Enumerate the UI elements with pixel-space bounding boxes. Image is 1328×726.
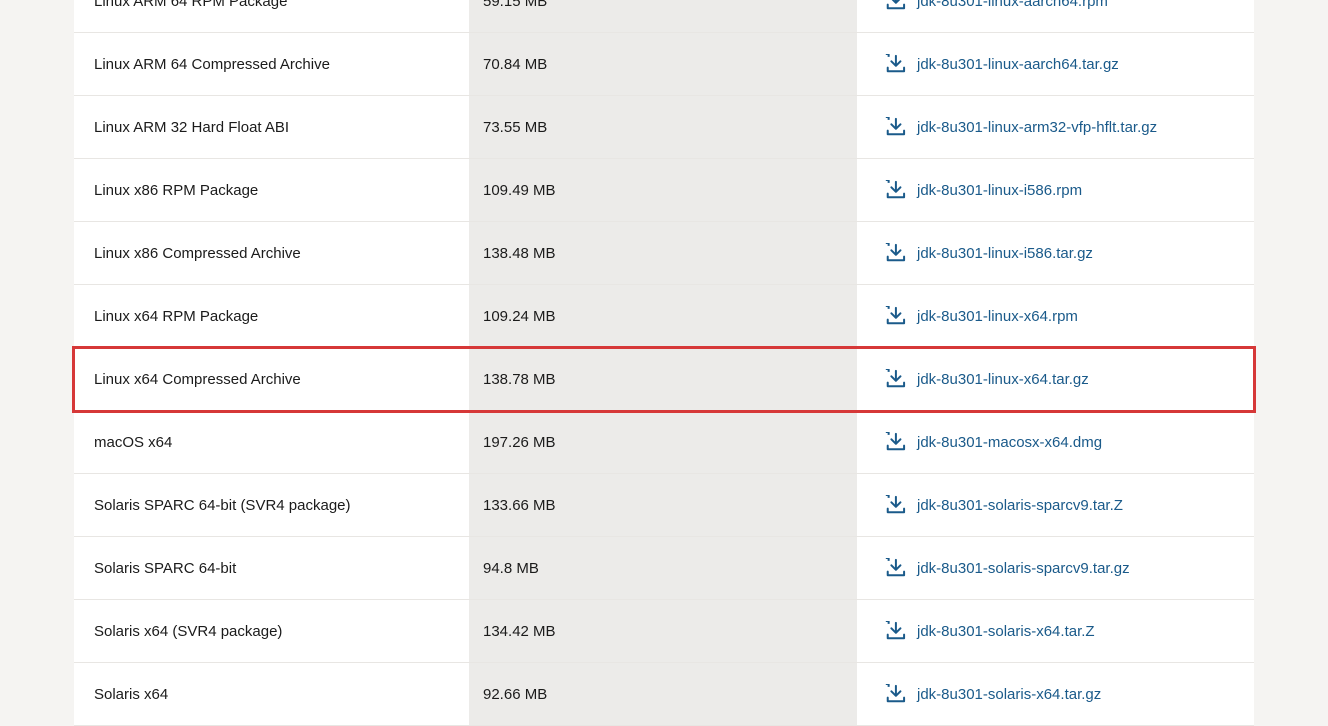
download-link[interactable]: jdk-8u301-linux-x64.rpm [917, 308, 1078, 325]
download-name: macOS x64 [74, 434, 469, 451]
table-row: Solaris SPARC 64-bit (SVR4 package) 133.… [74, 474, 1254, 537]
download-icon [885, 558, 907, 578]
download-size: 138.78 MB [469, 348, 857, 410]
download-icon [885, 432, 907, 452]
download-size: 94.8 MB [469, 537, 857, 599]
download-cell: jdk-8u301-linux-aarch64.rpm [857, 0, 1254, 11]
download-icon [885, 0, 907, 11]
download-name: Linux ARM 64 Compressed Archive [74, 56, 469, 73]
download-size: 109.24 MB [469, 285, 857, 347]
download-cell: jdk-8u301-macosx-x64.dmg [857, 432, 1254, 452]
download-name: Linux ARM 64 RPM Package [74, 0, 469, 10]
download-name: Linux x86 Compressed Archive [74, 245, 469, 262]
download-link[interactable]: jdk-8u301-linux-i586.rpm [917, 182, 1082, 199]
download-size: 133.66 MB [469, 474, 857, 536]
download-icon [885, 684, 907, 704]
download-cell: jdk-8u301-solaris-sparcv9.tar.Z [857, 495, 1254, 515]
download-size: 59.15 MB [469, 0, 857, 32]
table-row: Linux ARM 32 Hard Float ABI 73.55 MB jdk… [74, 96, 1254, 159]
table-row: Linux x64 Compressed Archive 138.78 MB j… [74, 348, 1254, 411]
table-row: Solaris x64 (SVR4 package) 134.42 MB jdk… [74, 600, 1254, 663]
download-icon [885, 495, 907, 515]
download-cell: jdk-8u301-linux-i586.tar.gz [857, 243, 1254, 263]
table-row: Linux x86 RPM Package 109.49 MB jdk-8u30… [74, 159, 1254, 222]
download-cell: jdk-8u301-linux-i586.rpm [857, 180, 1254, 200]
download-cell: jdk-8u301-linux-x64.rpm [857, 306, 1254, 326]
download-name: Linux ARM 32 Hard Float ABI [74, 119, 469, 136]
download-size: 197.26 MB [469, 411, 857, 473]
download-size: 134.42 MB [469, 600, 857, 662]
download-icon [885, 306, 907, 326]
table-row: Linux ARM 64 RPM Package 59.15 MB jdk-8u… [74, 0, 1254, 33]
download-link[interactable]: jdk-8u301-linux-arm32-vfp-hflt.tar.gz [917, 119, 1157, 136]
download-name: Linux x64 RPM Package [74, 308, 469, 325]
download-name: Solaris SPARC 64-bit [74, 560, 469, 577]
download-size: 92.66 MB [469, 663, 857, 725]
download-cell: jdk-8u301-solaris-x64.tar.gz [857, 684, 1254, 704]
download-link[interactable]: jdk-8u301-linux-i586.tar.gz [917, 245, 1093, 262]
download-size: 109.49 MB [469, 159, 857, 221]
download-link[interactable]: jdk-8u301-macosx-x64.dmg [917, 434, 1102, 451]
download-link[interactable]: jdk-8u301-linux-x64.tar.gz [917, 371, 1089, 388]
download-name: Solaris x64 [74, 686, 469, 703]
download-name: Solaris x64 (SVR4 package) [74, 623, 469, 640]
download-size: 138.48 MB [469, 222, 857, 284]
table-row: Solaris SPARC 64-bit 94.8 MB jdk-8u301-s… [74, 537, 1254, 600]
download-cell: jdk-8u301-solaris-x64.tar.Z [857, 621, 1254, 641]
download-name: Solaris SPARC 64-bit (SVR4 package) [74, 497, 469, 514]
download-icon [885, 369, 907, 389]
download-link[interactable]: jdk-8u301-solaris-x64.tar.gz [917, 686, 1101, 703]
download-icon [885, 180, 907, 200]
download-size: 70.84 MB [469, 33, 857, 95]
downloads-table: Linux ARM 64 RPM Package 59.15 MB jdk-8u… [74, 0, 1254, 726]
table-row: Linux x86 Compressed Archive 138.48 MB j… [74, 222, 1254, 285]
download-link[interactable]: jdk-8u301-solaris-sparcv9.tar.gz [917, 560, 1130, 577]
download-size: 73.55 MB [469, 96, 857, 158]
download-cell: jdk-8u301-linux-aarch64.tar.gz [857, 54, 1254, 74]
download-link[interactable]: jdk-8u301-solaris-sparcv9.tar.Z [917, 497, 1123, 514]
download-name: Linux x86 RPM Package [74, 182, 469, 199]
download-icon [885, 54, 907, 74]
download-link[interactable]: jdk-8u301-linux-aarch64.rpm [917, 0, 1108, 10]
download-icon [885, 621, 907, 641]
download-cell: jdk-8u301-solaris-sparcv9.tar.gz [857, 558, 1254, 578]
download-icon [885, 117, 907, 137]
download-name: Linux x64 Compressed Archive [74, 371, 469, 388]
table-row: macOS x64 197.26 MB jdk-8u301-macosx-x64… [74, 411, 1254, 474]
download-icon [885, 243, 907, 263]
download-link[interactable]: jdk-8u301-linux-aarch64.tar.gz [917, 56, 1119, 73]
table-row: Linux ARM 64 Compressed Archive 70.84 MB… [74, 33, 1254, 96]
download-link[interactable]: jdk-8u301-solaris-x64.tar.Z [917, 623, 1095, 640]
download-cell: jdk-8u301-linux-arm32-vfp-hflt.tar.gz [857, 117, 1254, 137]
table-row: Linux x64 RPM Package 109.24 MB jdk-8u30… [74, 285, 1254, 348]
table-row: Solaris x64 92.66 MB jdk-8u301-solaris-x… [74, 663, 1254, 726]
download-cell: jdk-8u301-linux-x64.tar.gz [857, 369, 1254, 389]
